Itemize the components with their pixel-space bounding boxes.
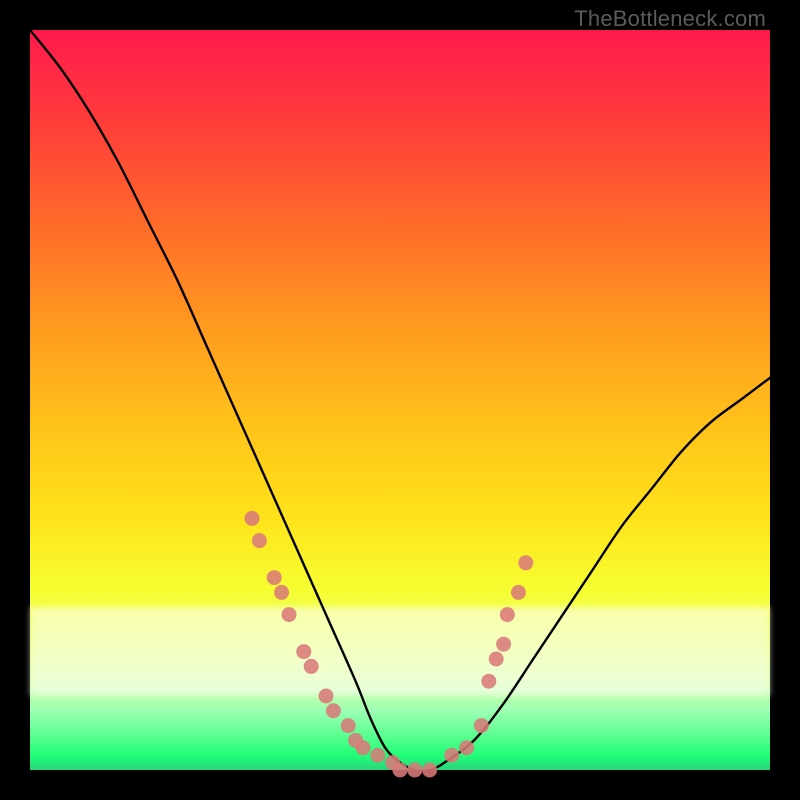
scatter-dot [282,607,297,622]
scatter-dot [356,740,371,755]
scatter-dot [341,718,356,733]
scatter-dot [252,533,267,548]
scatter-dot [245,511,260,526]
scatter-dots [245,511,534,778]
scatter-dot [304,659,319,674]
scatter-dot [474,718,489,733]
scatter-dot [296,644,311,659]
plot-area [30,30,770,770]
scatter-dot [370,748,385,763]
scatter-dot [459,740,474,755]
chart-frame: TheBottleneck.com [0,0,800,800]
scatter-dot [496,637,511,652]
scatter-dot [422,763,437,778]
attribution-label: TheBottleneck.com [574,6,766,32]
scatter-dot [274,585,289,600]
scatter-dot [489,652,504,667]
chart-svg [30,30,770,770]
scatter-dot [511,585,526,600]
scatter-dot [500,607,515,622]
scatter-dot [481,674,496,689]
scatter-dot [444,748,459,763]
bottleneck-curve [30,30,770,771]
scatter-dot [393,763,408,778]
scatter-dot [407,763,422,778]
scatter-dot [326,703,341,718]
scatter-dot [518,555,533,570]
scatter-dot [319,689,334,704]
scatter-dot [267,570,282,585]
